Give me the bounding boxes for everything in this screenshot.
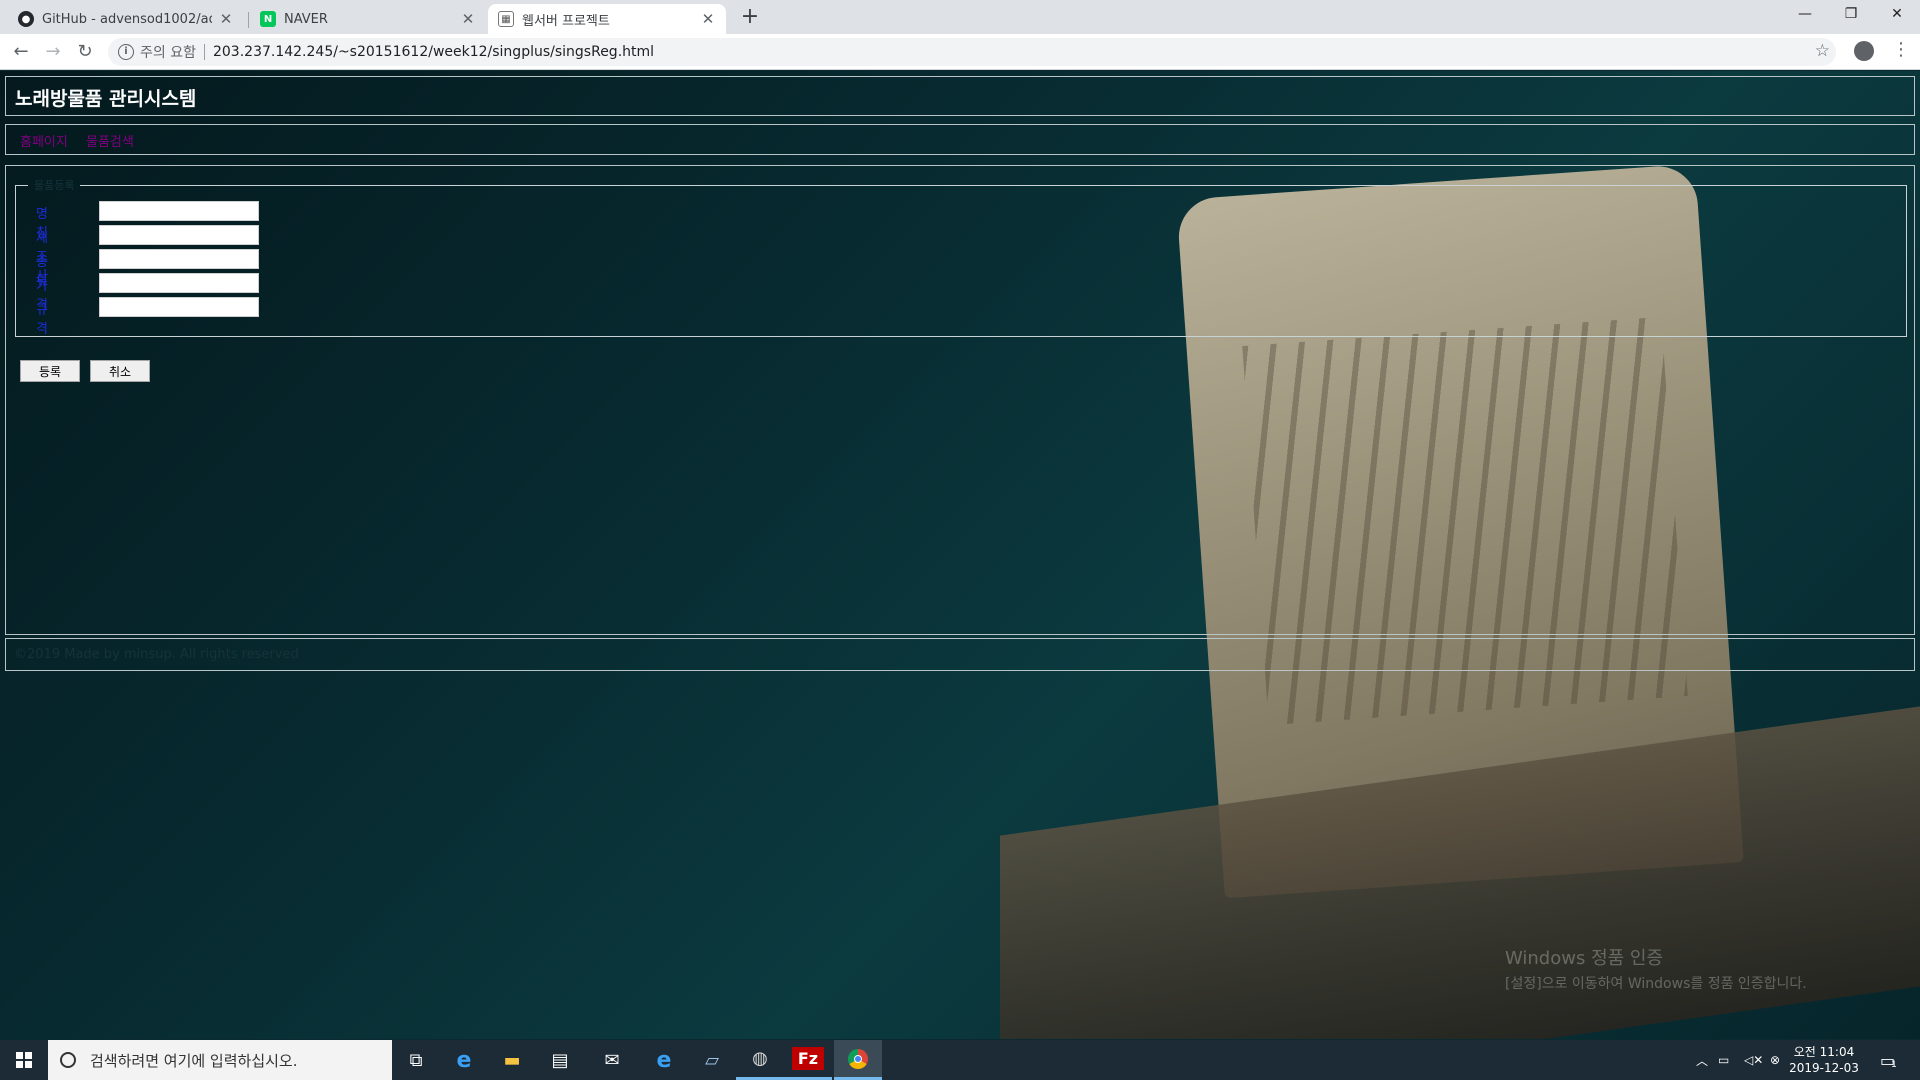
price-input[interactable] [99, 273, 259, 293]
tab-divider [248, 12, 249, 28]
tab-title: GitHub - advensod1002/advens [42, 11, 212, 27]
tab-webserver-project[interactable]: ▦ 웹서버 프로젝트 ✕ [488, 4, 726, 34]
cancel-button[interactable]: 취소 [90, 360, 150, 382]
address-bar[interactable]: i 주의 요함 203.237.142.245/~s20151612/week1… [108, 38, 1836, 66]
tab-title: 웹서버 프로젝트 [522, 13, 610, 29]
clock-time: 오전 11:04 [1793, 1045, 1855, 1059]
filezilla-icon[interactable]: Fz [784, 1040, 832, 1080]
tab-github[interactable]: ● GitHub - advensod1002/advens ✕ [8, 4, 244, 34]
page-icon: ▦ [498, 11, 514, 27]
tray-chevron-icon[interactable]: ︿ [1696, 1040, 1708, 1080]
nav-link-search[interactable]: 물품검색 [86, 131, 134, 150]
security-label[interactable]: 주의 요함 [140, 42, 196, 62]
bookmark-star-icon[interactable]: ☆ [1815, 41, 1830, 61]
browser-tab-strip: ● GitHub - advensod1002/advens ✕ N NAVER… [0, 0, 1920, 34]
browser-toolbar: ← → ↻ i 주의 요함 203.237.142.245/~s20151612… [0, 34, 1920, 70]
mail-icon[interactable]: ✉ [588, 1040, 636, 1080]
nav-link-home[interactable]: 홈페이지 [20, 131, 68, 150]
chrome-icon[interactable] [834, 1040, 882, 1080]
minimize-button[interactable]: — [1782, 0, 1828, 30]
page-header: 노래방물품 관리시스템 [5, 76, 1915, 116]
close-window-button[interactable]: ✕ [1874, 0, 1920, 30]
windows-activation-subtitle: [설정]으로 이동하여 Windows를 정품 인증합니다. [1505, 976, 1807, 992]
notification-count: 1 [1891, 1060, 1897, 1070]
register-fieldset: 물품등록 [15, 177, 1907, 337]
github-icon: ● [18, 11, 34, 27]
start-button[interactable] [0, 1040, 48, 1080]
spec-input[interactable] [99, 297, 259, 317]
tab-title: NAVER [284, 11, 328, 27]
taskbar-search-box[interactable]: 검색하려면 여기에 입력하십시오. [48, 1040, 392, 1080]
reload-icon[interactable]: ↻ [72, 39, 98, 65]
register-legend: 물품등록 [34, 179, 75, 192]
taskbar-clock[interactable]: 오전 11:04 2019-12-03 [1780, 1044, 1868, 1076]
close-icon[interactable]: ✕ [700, 10, 716, 28]
page-footer: ©2019 Made by minsup. All rights reserve… [5, 638, 1915, 671]
windows-logo-icon [16, 1052, 32, 1068]
windows-activation-title: Windows 정품 인증 [1505, 948, 1664, 969]
back-arrow-icon[interactable]: ← [8, 39, 34, 65]
restore-button[interactable]: ❐ [1828, 0, 1874, 30]
tab-naver[interactable]: N NAVER ✕ [250, 4, 486, 34]
windows-taskbar: 검색하려면 여기에 입력하십시오. ⧉ e ▬ ▤ ✉ e ▱ ◍ Fz ︿ ▭… [0, 1040, 1920, 1080]
search-placeholder: 검색하려면 여기에 입력하십시오. [90, 1051, 298, 1070]
task-view-icon[interactable]: ⧉ [392, 1040, 440, 1080]
page-title: 노래방물품 관리시스템 [15, 88, 197, 110]
info-icon[interactable]: i [118, 44, 134, 60]
page-nav: 홈페이지 물품검색 [5, 124, 1915, 155]
volume-muted-icon[interactable]: ◁✕ [1744, 1040, 1763, 1080]
file-explorer-icon[interactable]: ▬ [488, 1040, 536, 1080]
new-tab-button[interactable]: + [736, 4, 764, 32]
profile-avatar-icon[interactable] [1854, 41, 1874, 61]
forward-arrow-icon[interactable]: → [40, 39, 66, 65]
url-text[interactable]: 203.237.142.245/~s20151612/week12/singpl… [213, 44, 654, 60]
omnibox-divider [203, 44, 205, 60]
store-icon[interactable]: ▤ [536, 1040, 584, 1080]
notepad-icon[interactable]: ▱ [688, 1040, 736, 1080]
name-input[interactable] [99, 201, 259, 221]
web-page: 노래방물품 관리시스템 홈페이지 물품검색 물품등록 명칭 제조사 종류 가격 … [0, 71, 1920, 1039]
main-section: 물품등록 명칭 제조사 종류 가격 규격 등록 취소 [5, 165, 1915, 635]
naver-icon: N [260, 11, 276, 27]
clock-date: 2019-12-03 [1789, 1061, 1859, 1075]
field-label: 규격 [36, 303, 48, 337]
internet-explorer-icon[interactable]: e [640, 1040, 688, 1080]
status-x-icon[interactable]: ⊗ [1770, 1040, 1780, 1080]
close-icon[interactable]: ✕ [218, 10, 234, 28]
close-icon[interactable]: ✕ [460, 10, 476, 28]
register-button[interactable]: 등록 [20, 360, 80, 382]
notification-center-icon[interactable]: ▭ 1 [1880, 1040, 1897, 1080]
paint-icon[interactable]: ◍ [736, 1040, 784, 1080]
menu-dots-icon[interactable]: ⋮ [1892, 40, 1910, 62]
footer-text: ©2019 Made by minsup. All rights reserve… [14, 647, 299, 662]
search-icon [60, 1052, 76, 1068]
network-icon[interactable]: ▭ [1718, 1040, 1729, 1080]
type-input[interactable] [99, 249, 259, 269]
edge-icon[interactable]: e [440, 1040, 488, 1080]
maker-input[interactable] [99, 225, 259, 245]
